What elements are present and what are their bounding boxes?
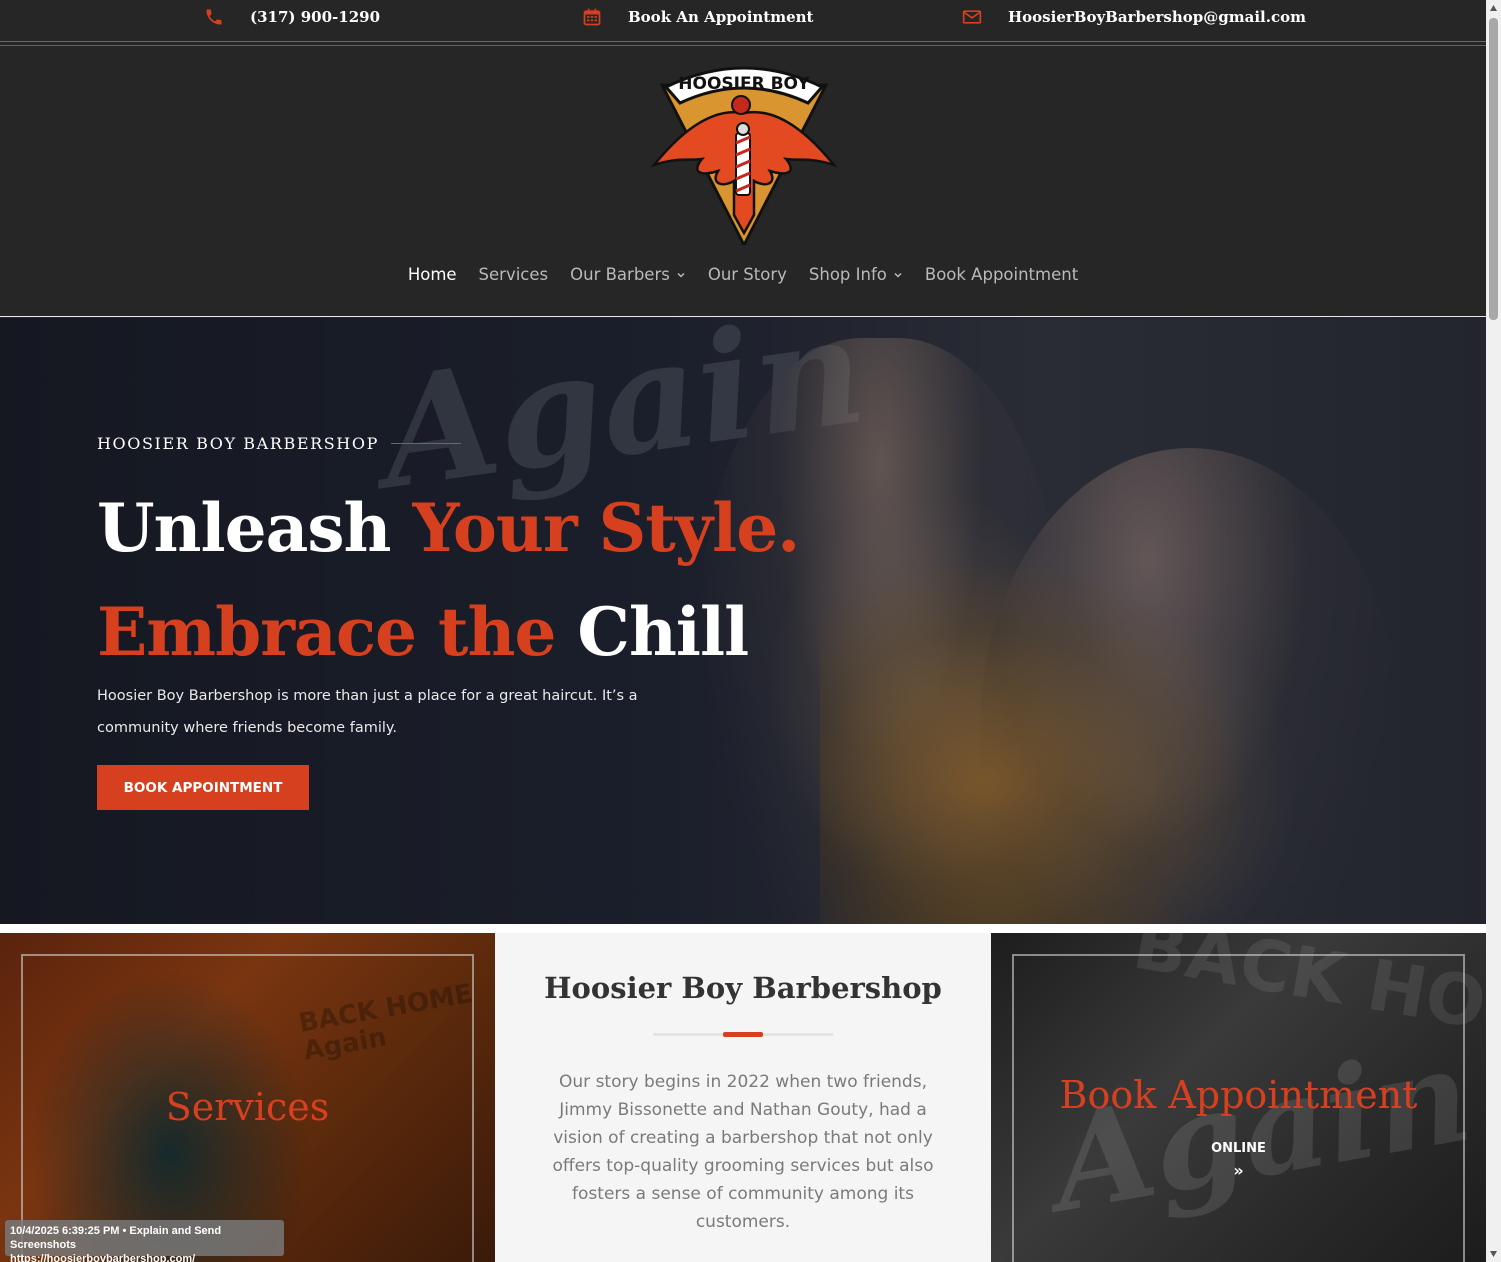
scrollbar-thumb[interactable]: [1489, 18, 1498, 320]
main-nav: Home Services Our Barbers Our Story Shop…: [0, 265, 1486, 284]
hero-description: Hoosier Boy Barbershop is more than just…: [97, 688, 638, 736]
nav-home-label: Home: [407, 265, 457, 284]
screenshot-status-overlay: 10/4/2025 6:39:25 PM • Explain and Send …: [5, 1220, 284, 1262]
contact-bar: (317) 900-1290 Book An Appointment Hoosi…: [0, 0, 1486, 46]
hero-heading-line1-orange: Your Style.: [412, 489, 801, 567]
email-address: HoosierBoyBarbershop@gmail.com: [1008, 8, 1306, 26]
hero-heading-line1-white: Unleash: [97, 489, 413, 567]
envelope-icon: [962, 10, 982, 24]
book-appointment-card[interactable]: BACK HOME Again Book Appointment ONLINE …: [991, 933, 1486, 1262]
status-url: https://hoosierboybarbershop.com/: [10, 1253, 196, 1262]
hero-eyebrow-text: HOOSIER BOY BARBERSHOP: [97, 434, 379, 453]
hero-eyebrow: HOOSIER BOY BARBERSHOP: [97, 434, 461, 453]
about-text: Our story begins in 2022 when two friend…: [552, 1072, 934, 1232]
nav-our-barbers-label: Our Barbers: [570, 265, 670, 284]
nav-our-story-label: Our Story: [707, 265, 787, 284]
nav-our-story[interactable]: Our Story: [708, 265, 787, 284]
hero-heading-line2-orange: Embrace the: [97, 593, 578, 671]
page-scrollbar[interactable]: [1486, 0, 1501, 1262]
nav-services-label: Services: [478, 265, 549, 284]
site-header: HOOSIER BOY Home Services Our Barbers Ou…: [0, 47, 1486, 317]
about-divider: [653, 1032, 833, 1037]
nav-shop-info-label: Shop Info: [808, 265, 887, 284]
nav-our-barbers[interactable]: Our Barbers: [570, 265, 686, 284]
hoosier-boy-logo[interactable]: HOOSIER BOY: [648, 53, 840, 245]
book-card-title: Book Appointment: [1059, 1073, 1418, 1117]
scroll-down-arrow-icon[interactable]: [1489, 1250, 1498, 1258]
eyebrow-divider: [390, 443, 461, 444]
nav-shop-info[interactable]: Shop Info: [809, 265, 903, 284]
scroll-up-arrow-icon[interactable]: [1489, 4, 1498, 12]
services-card-title: Services: [165, 1085, 330, 1129]
phone-icon: [206, 9, 222, 25]
hero-heading-line2-white: Chill: [577, 593, 749, 671]
nav-home[interactable]: Home: [408, 265, 457, 284]
book-appointment-text: Book An Appointment: [628, 8, 814, 26]
about-card: Hoosier Boy Barbershop Our story begins …: [495, 933, 991, 1262]
book-appointment-link[interactable]: Book An Appointment: [582, 0, 813, 34]
double-chevron-right-icon[interactable]: »: [991, 1161, 1486, 1180]
nav-book-appointment[interactable]: Book Appointment: [925, 265, 1078, 284]
logo-text: HOOSIER BOY: [678, 74, 810, 94]
hero-heading: Unleash Your Style. Embrace the Chill: [97, 476, 801, 684]
phone-number: (317) 900-1290: [250, 8, 381, 26]
hero-photo-aprons: [820, 568, 1240, 924]
chevron-down-icon: [677, 272, 685, 278]
about-divider-accent: [723, 1032, 763, 1037]
nav-services[interactable]: Services: [479, 265, 549, 284]
book-card-subtitle: ONLINE: [1211, 1141, 1266, 1156]
status-line-1: 10/4/2025 6:39:25 PM • Explain and Send …: [10, 1225, 222, 1251]
phone-link[interactable]: (317) 900-1290: [204, 0, 380, 34]
about-title: Hoosier Boy Barbershop: [544, 971, 942, 1005]
hero-section: Again HOOSIER BOY BARBERSHOP Unleash You…: [0, 318, 1486, 924]
nav-book-appointment-label: Book Appointment: [924, 265, 1079, 284]
book-appointment-button[interactable]: BOOK APPOINTMENT: [97, 765, 309, 810]
services-card[interactable]: BACK HOME Again Services: [0, 933, 495, 1262]
email-link[interactable]: HoosierBoyBarbershop@gmail.com: [962, 0, 1306, 34]
calendar-icon: [583, 8, 601, 26]
chevron-down-icon: [894, 272, 902, 278]
section-gap: [0, 924, 1486, 933]
